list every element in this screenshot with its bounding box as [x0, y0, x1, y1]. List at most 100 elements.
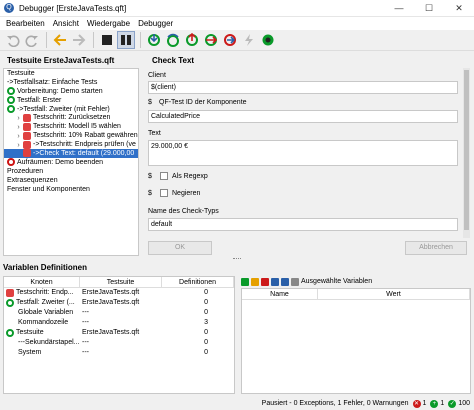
- component-label-row: $ QF-Test ID der Komponente: [148, 99, 247, 106]
- col-wert[interactable]: Wert: [318, 289, 470, 299]
- forward-icon[interactable]: [70, 31, 88, 49]
- variables-node: Testsuite: [16, 329, 44, 336]
- undo-icon[interactable]: [4, 31, 22, 49]
- tree-row-label: Testsuite: [7, 69, 35, 77]
- skip-icon[interactable]: [202, 31, 220, 49]
- move-up-icon[interactable]: [271, 277, 279, 286]
- back-icon[interactable]: [51, 31, 69, 49]
- tree-row[interactable]: › ->Testschritt: Endpreis prüfen (ve: [4, 140, 138, 149]
- menu-debugger[interactable]: Debugger: [134, 19, 177, 28]
- variables-row[interactable]: ---Sekundärstapel... --- 0: [4, 338, 234, 348]
- tree-header: Testsuite ErsteJavaTests.qft: [7, 56, 115, 65]
- toolbar-separator: [46, 32, 47, 48]
- col-definitionen[interactable]: Definitionen: [162, 277, 234, 287]
- toolbar: [0, 30, 474, 51]
- tree-row-label: Vorbereitung: Demo starten: [17, 87, 103, 95]
- tree-row-label: ->Testfall: Zweiter (mit Fehler): [17, 105, 110, 113]
- regexp-option[interactable]: $ Als Regexp: [148, 172, 208, 180]
- variables-row[interactable]: Testfall: Zweiter (... ErsteJavaTests.qft…: [4, 298, 234, 308]
- menu-bearbeiten[interactable]: Bearbeiten: [2, 19, 49, 28]
- text-label: Text: [148, 130, 161, 137]
- variables-node: Testschritt: Endp...: [16, 289, 74, 296]
- tree-row[interactable]: Extrasequenzen: [4, 176, 138, 185]
- variables-header: Variablen Definitionen: [3, 263, 88, 272]
- tree-row[interactable]: Vorbereitung: Demo starten: [4, 87, 138, 96]
- negate-option[interactable]: $ Negieren: [148, 189, 200, 197]
- tree-row-label: Testschritt: Zurücksetzen: [33, 114, 111, 122]
- breakpoint-icon[interactable]: [259, 31, 277, 49]
- col-testsuite[interactable]: Testsuite: [80, 277, 162, 287]
- checktype-field[interactable]: default: [148, 218, 458, 231]
- tree-row-label: Testfall: Erster: [17, 96, 62, 104]
- tree-row[interactable]: Testsuite: [4, 69, 138, 78]
- variables-defs: 3: [204, 319, 208, 326]
- tree-row[interactable]: › Testschritt: Zurücksetzen: [4, 113, 138, 122]
- move-down-icon[interactable]: [281, 277, 289, 286]
- stop-icon[interactable]: [98, 31, 116, 49]
- minimize-button[interactable]: —: [384, 3, 414, 13]
- tree-row[interactable]: ->Check Text: default (29.000,00: [4, 149, 138, 158]
- tree-row[interactable]: ->Testfall: Zweiter (mit Fehler): [4, 105, 138, 114]
- scroll-thumb[interactable]: [464, 70, 469, 230]
- col-name[interactable]: Name: [242, 289, 318, 299]
- menu-wiedergabe[interactable]: Wiedergabe: [83, 19, 134, 28]
- client-field[interactable]: $(client): [148, 81, 458, 94]
- text-field[interactable]: 29.000,00 €: [148, 140, 458, 166]
- negate-checkbox[interactable]: [160, 189, 168, 197]
- variables-defs: 0: [204, 299, 208, 306]
- continue-icon[interactable]: [221, 31, 239, 49]
- step-out-icon[interactable]: [183, 31, 201, 49]
- splitter[interactable]: [0, 257, 474, 262]
- expand-icon[interactable]: ›: [15, 132, 22, 140]
- cancel-button[interactable]: Abbrechen: [405, 241, 467, 255]
- break-icon[interactable]: [240, 31, 258, 49]
- variables-row[interactable]: Globale Variablen --- 0: [4, 308, 234, 318]
- component-label: QF-Test ID der Komponente: [159, 99, 247, 106]
- tree-row[interactable]: Testfall: Erster: [4, 96, 138, 105]
- edit-variable-icon[interactable]: [251, 277, 259, 286]
- tree-row-label: Extrasequenzen: [7, 176, 58, 184]
- expand-icon[interactable]: ›: [15, 141, 22, 149]
- step-icon: [23, 122, 31, 131]
- variables-table[interactable]: Knoten Testsuite Definitionen Testschrit…: [3, 276, 235, 394]
- pause-icon[interactable]: [117, 31, 135, 49]
- variables-row[interactable]: Testschritt: Endp... ErsteJavaTests.qft 0: [4, 288, 234, 298]
- variables-node: Testfall: Zweiter (...: [16, 299, 75, 306]
- tree-row[interactable]: Prozeduren: [4, 167, 138, 176]
- maximize-button[interactable]: ☐: [414, 3, 444, 14]
- redo-icon[interactable]: [23, 31, 41, 49]
- tree-row-label: Aufräumen: Demo beenden: [17, 158, 103, 166]
- component-id-field[interactable]: CalculatedPrice: [148, 110, 458, 123]
- variables-table-header: Knoten Testsuite Definitionen: [4, 277, 234, 288]
- close-button[interactable]: ✕: [444, 3, 474, 14]
- variables-row[interactable]: System --- 0: [4, 348, 234, 358]
- check-icon: [23, 149, 31, 158]
- negate-label: Negieren: [172, 189, 201, 197]
- tree-row[interactable]: Aufräumen: Demo beenden: [4, 158, 138, 167]
- menu-ansicht[interactable]: Ansicht: [49, 19, 83, 28]
- selected-variables-icon[interactable]: [291, 277, 299, 286]
- detail-scrollbar[interactable]: [463, 68, 470, 238]
- tree-row[interactable]: Fenster und Komponenten: [4, 185, 138, 194]
- regexp-checkbox[interactable]: [160, 172, 168, 180]
- delete-variable-icon[interactable]: [261, 277, 269, 286]
- step-in-icon[interactable]: [145, 31, 163, 49]
- tree-row[interactable]: › Testschritt: Modell I5 wählen: [4, 122, 138, 131]
- step-over-icon[interactable]: [164, 31, 182, 49]
- splitter-grip[interactable]: [233, 258, 241, 260]
- add-variable-icon[interactable]: [241, 277, 249, 286]
- variables-row[interactable]: Testsuite ErsteJavaTests.qft 0: [4, 328, 234, 338]
- variables-suite: ErsteJavaTests.qft: [82, 289, 140, 296]
- ok-button[interactable]: OK: [148, 241, 212, 255]
- dollar-icon: $: [148, 172, 152, 180]
- variables-defs: 0: [204, 349, 208, 356]
- col-knoten[interactable]: Knoten: [4, 277, 80, 287]
- expand-icon[interactable]: ›: [15, 123, 22, 131]
- variables-suite: ErsteJavaTests.qft: [82, 329, 140, 336]
- variables-row[interactable]: Kommandozeile --- 3: [4, 318, 234, 328]
- test-tree[interactable]: Testsuite ->Testfallsatz: Einfache Tests V…: [3, 68, 139, 256]
- expand-icon[interactable]: ›: [15, 114, 22, 122]
- tree-row[interactable]: › Testschritt: 10% Rabatt gewähren: [4, 131, 138, 140]
- tree-row[interactable]: ->Testfallsatz: Einfache Tests: [4, 78, 138, 87]
- selected-variables-table[interactable]: Name Wert: [241, 288, 471, 394]
